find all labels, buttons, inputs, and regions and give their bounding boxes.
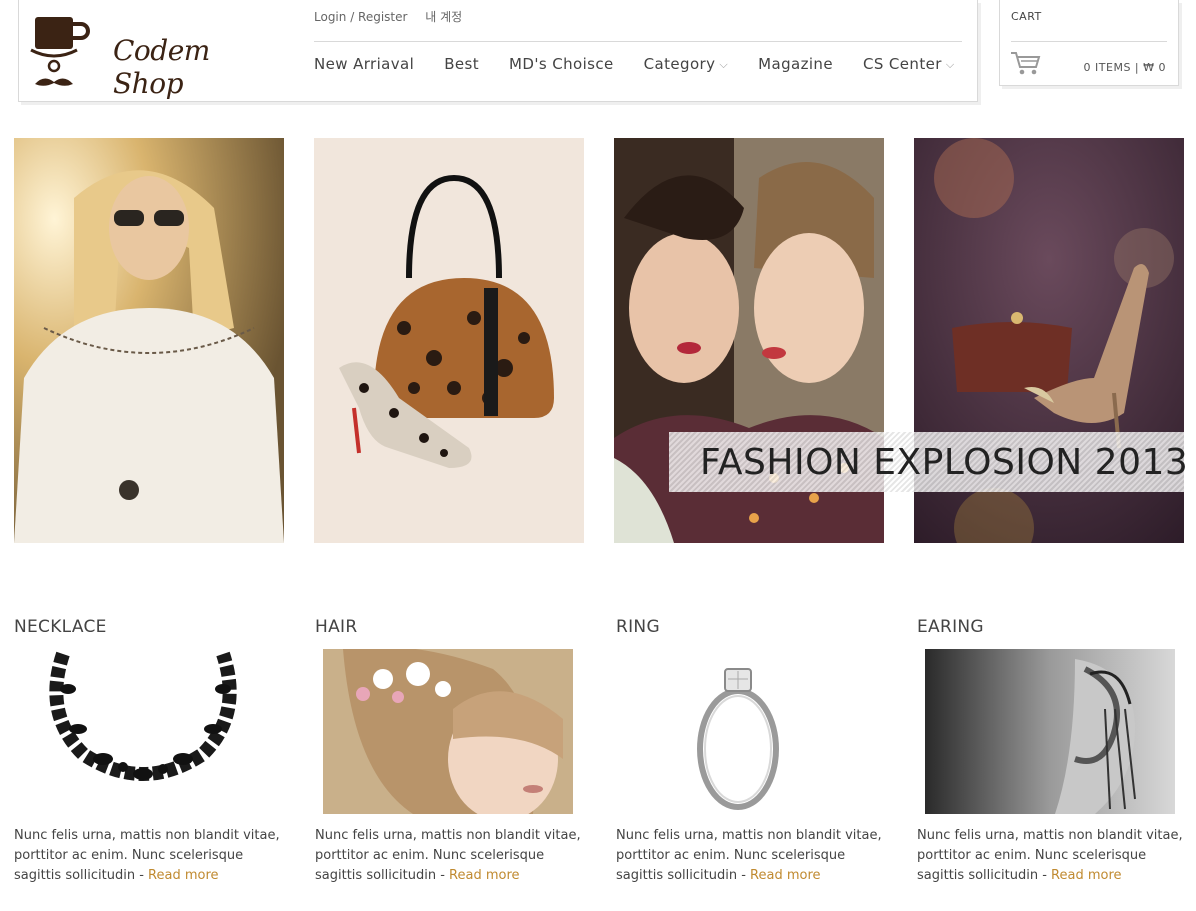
hero-banner-text: FASHION EXPLOSION 2013 bbox=[700, 442, 1189, 483]
category-description: Nunc felis urna, mattis non blandit vita… bbox=[917, 826, 1187, 886]
blonde-woman-image bbox=[14, 138, 284, 543]
brand-name: Codem Shop bbox=[113, 34, 210, 100]
description-text: Nunc felis urna, mattis non blandit vita… bbox=[616, 828, 882, 883]
category-earing: EARING Nunc felis urna, mattis non bland… bbox=[917, 617, 1187, 886]
hair-image[interactable] bbox=[323, 649, 573, 814]
main-nav: New Arriaval Best MD's Choisce Category ⌵… bbox=[314, 55, 985, 73]
ring-image[interactable] bbox=[625, 649, 875, 814]
necklace-image[interactable] bbox=[23, 649, 273, 814]
read-more-link[interactable]: Read more bbox=[148, 868, 218, 883]
category-description: Nunc felis urna, mattis non blandit vita… bbox=[616, 826, 886, 886]
nav-label: CS Center bbox=[862, 55, 942, 73]
cart-divider bbox=[1011, 41, 1167, 42]
nav-cs-center[interactable]: CS Center ⌵ bbox=[863, 55, 955, 73]
category-title[interactable]: NECKLACE bbox=[14, 617, 284, 637]
category-necklace: NECKLACE Nunc felis urna, mattis non bla… bbox=[14, 617, 284, 886]
nav-new-arrival[interactable]: New Arriaval bbox=[314, 55, 414, 73]
nav-label: Best bbox=[444, 55, 480, 73]
nav-magazine[interactable]: Magazine bbox=[758, 55, 833, 73]
my-account-link[interactable]: 내 계정 bbox=[425, 10, 462, 24]
mustache-cup-logo-icon bbox=[30, 17, 90, 86]
category-title[interactable]: EARING bbox=[917, 617, 1187, 637]
ring-illustration bbox=[625, 649, 875, 814]
description-text: Nunc felis urna, mattis non blandit vita… bbox=[14, 828, 280, 883]
category-title[interactable]: RING bbox=[616, 617, 886, 637]
category-hair: HAIR Nunc felis urna, mattis non blandit… bbox=[315, 617, 585, 886]
hero-photo-blonde-woman[interactable] bbox=[14, 138, 284, 543]
top-links: Login / Register 내 계정 bbox=[314, 8, 476, 25]
nav-label: New Arriaval bbox=[314, 55, 415, 73]
read-more-link[interactable]: Read more bbox=[1051, 868, 1121, 883]
cart-box[interactable]: CART 0 ITEMS | ₩ 0 bbox=[999, 0, 1179, 86]
leopard-bag-shoes-image bbox=[314, 138, 584, 543]
chevron-down-icon: ⌵ bbox=[719, 58, 729, 71]
nav-divider bbox=[314, 41, 962, 42]
login-register-link[interactable]: Login / Register bbox=[314, 10, 407, 24]
category-title[interactable]: HAIR bbox=[315, 617, 585, 637]
nav-md-choice[interactable]: MD's Choisce bbox=[509, 55, 614, 73]
hero-banner[interactable]: FASHION EXPLOSION 2013 bbox=[669, 432, 1188, 492]
hero-photo-bag-shoes[interactable] bbox=[314, 138, 584, 543]
read-more-link[interactable]: Read more bbox=[750, 868, 820, 883]
category-description: Nunc felis urna, mattis non blandit vita… bbox=[14, 826, 284, 886]
nav-label: Magazine bbox=[758, 55, 833, 73]
nav-best[interactable]: Best bbox=[444, 55, 479, 73]
nav-category[interactable]: Category ⌵ bbox=[644, 55, 728, 73]
hair-illustration bbox=[323, 649, 573, 814]
header: Codem Shop Login / Register 내 계정 New Arr… bbox=[18, 0, 978, 102]
earing-image[interactable] bbox=[925, 649, 1175, 814]
necklace-illustration bbox=[23, 649, 273, 814]
nav-label: Category bbox=[643, 55, 716, 73]
cart-title: CART bbox=[1011, 10, 1042, 23]
read-more-link[interactable]: Read more bbox=[449, 868, 519, 883]
logo[interactable]: Codem Shop bbox=[21, 12, 286, 100]
shopping-cart-icon bbox=[1011, 52, 1041, 75]
description-text: Nunc felis urna, mattis non blandit vita… bbox=[315, 828, 581, 883]
nav-label: MD's Choisce bbox=[509, 55, 614, 73]
description-text: Nunc felis urna, mattis non blandit vita… bbox=[917, 828, 1183, 883]
earing-illustration bbox=[925, 649, 1175, 814]
category-description: Nunc felis urna, mattis non blandit vita… bbox=[315, 826, 585, 886]
cart-summary: 0 ITEMS | ₩ 0 bbox=[1083, 61, 1166, 74]
chevron-down-icon: ⌵ bbox=[945, 58, 955, 71]
category-ring: RING Nunc felis urna, mattis non blandit… bbox=[616, 617, 886, 886]
